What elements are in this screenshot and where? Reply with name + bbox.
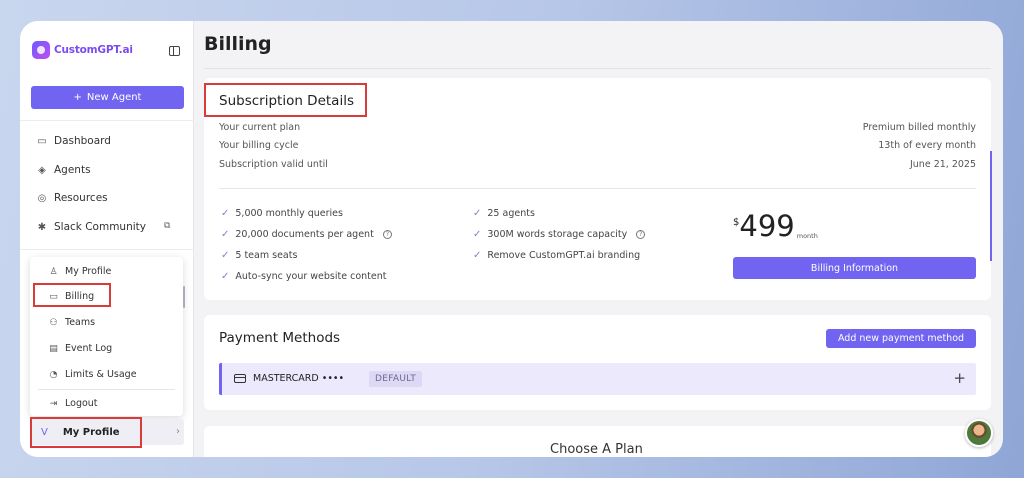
menu-item-limits-usage[interactable]: ◔ Limits & Usage [49,369,137,380]
default-badge: DEFAULT [369,371,423,387]
check-icon: ✓ [221,271,230,282]
divider [204,68,991,69]
highlight-my-profile [30,417,142,448]
check-icon: ✓ [473,250,482,261]
current-plan-label: Your current plan [219,122,301,133]
valid-until-value: June 21, 2025 [909,159,976,170]
add-payment-method-button[interactable]: Add new payment method [826,329,976,348]
billing-information-button[interactable]: Billing Information [733,257,976,279]
feature-text: Auto-sync your website content [235,271,387,282]
layers-icon: ◈ [38,164,46,176]
monitor-icon: ▭ [37,135,47,147]
sidebar: CustomGPT.ai + New Agent ▭ Dashboard ◈ A… [20,21,194,457]
sidebar-item-agents[interactable]: ◈ Agents [37,164,91,176]
subscription-card: Subscription Details Your current plan P… [204,78,991,300]
feature-item: ✓ 20,000 documents per agent ? [221,229,392,240]
chevron-right-icon: › [176,426,180,437]
sidebar-toggle-icon[interactable] [169,46,180,56]
sidebar-item-label: Agents [54,164,91,176]
menu-item-label: Limits & Usage [65,369,137,380]
expand-plus-icon[interactable]: + [953,369,966,387]
sidebar-item-dashboard[interactable]: ▭ Dashboard [37,135,111,147]
chat-avatar[interactable] [965,419,993,447]
divider [20,120,194,121]
help-icon[interactable]: ? [636,230,646,239]
archive-icon: ▤ [49,343,58,354]
valid-until-label: Subscription valid until [219,159,328,170]
menu-item-my-profile[interactable]: ♙ My Profile [49,266,111,277]
check-icon: ✓ [473,208,482,219]
sidebar-item-label: Dashboard [54,135,111,147]
pie-chart-icon: ◔ [49,369,58,380]
external-link-icon[interactable]: ⧉ [164,221,170,231]
divider [20,249,194,250]
users-icon: ⚇ [49,317,58,328]
plans-card: Choose A Plan [204,426,991,457]
feature-item: ✓ 25 agents [473,208,535,219]
feature-text: 20,000 documents per agent [235,229,374,240]
highlight-billing [33,283,111,307]
feature-item: ✓ 5,000 monthly queries [221,208,343,219]
menu-item-label: My Profile [65,266,112,277]
main-scrollbar[interactable] [990,151,992,261]
logo-text: CustomGPT.ai [54,44,133,56]
menu-item-event-log[interactable]: ▤ Event Log [49,343,112,354]
payment-method-name: MASTERCARD •••• [253,373,345,384]
payment-methods-card: Payment Methods Add new payment method M… [204,315,991,410]
menu-item-label: Event Log [65,343,113,354]
lifebuoy-icon: ◎ [37,192,47,204]
feature-item: ✓ Remove CustomGPT.ai branding [473,250,640,261]
check-icon: ✓ [221,250,230,261]
feature-text: 5,000 monthly queries [235,208,343,219]
logo[interactable]: CustomGPT.ai [32,41,133,59]
feature-item: ✓ Auto-sync your website content [221,271,386,282]
new-agent-button[interactable]: + New Agent [31,86,184,109]
feature-item: ✓ 5 team seats [221,250,297,261]
check-icon: ✓ [473,229,482,240]
new-agent-label: New Agent [86,92,142,103]
brain-logo-icon [32,41,50,59]
sidebar-item-label: Slack Community [54,221,146,233]
check-icon: ✓ [221,229,230,240]
app-window: CustomGPT.ai + New Agent ▭ Dashboard ◈ A… [20,21,1003,457]
billing-cycle-value: 13th of every month [878,140,976,151]
sidebar-item-resources[interactable]: ◎ Resources [37,192,108,204]
menu-item-logout[interactable]: ⇥ Logout [49,398,98,409]
plus-icon: + [73,92,82,103]
menu-item-teams[interactable]: ⚇ Teams [49,317,95,328]
highlight-subscription-title [204,83,367,117]
page-title: Billing [204,33,272,55]
menu-item-label: Logout [65,398,98,409]
divider [219,188,976,189]
menu-item-label: Teams [65,317,96,328]
payment-methods-title: Payment Methods [219,330,341,346]
choose-plan-title: Choose A Plan [550,442,643,457]
plan-price: $ 499 month [733,211,818,241]
payment-method-row[interactable]: MASTERCARD •••• DEFAULT + [219,363,976,395]
feature-text: 300M words storage capacity [487,229,628,240]
sidebar-scrollbar[interactable] [183,286,185,308]
sidebar-item-label: Resources [54,192,108,204]
credit-card-icon [234,374,246,383]
user-icon: ♙ [49,266,58,277]
slack-icon: ✱ [37,221,47,233]
current-plan-value: Premium billed monthly [862,122,976,133]
feature-text: 5 team seats [235,250,298,261]
feature-item: ✓ 300M words storage capacity ? [473,229,646,240]
billing-cycle-label: Your billing cycle [219,140,299,151]
check-icon: ✓ [221,208,230,219]
price-amount: 499 [739,209,795,243]
feature-text: 25 agents [487,208,535,219]
price-period: month [796,232,818,240]
logout-icon: ⇥ [49,398,58,409]
feature-text: Remove CustomGPT.ai branding [487,250,641,261]
menu-divider [38,389,175,390]
profile-menu: ♙ My Profile ▭ Billing ⚇ Teams ▤ Event L… [30,257,183,416]
sidebar-item-slack-community[interactable]: ✱ Slack Community [37,221,146,233]
help-icon[interactable]: ? [382,230,392,239]
